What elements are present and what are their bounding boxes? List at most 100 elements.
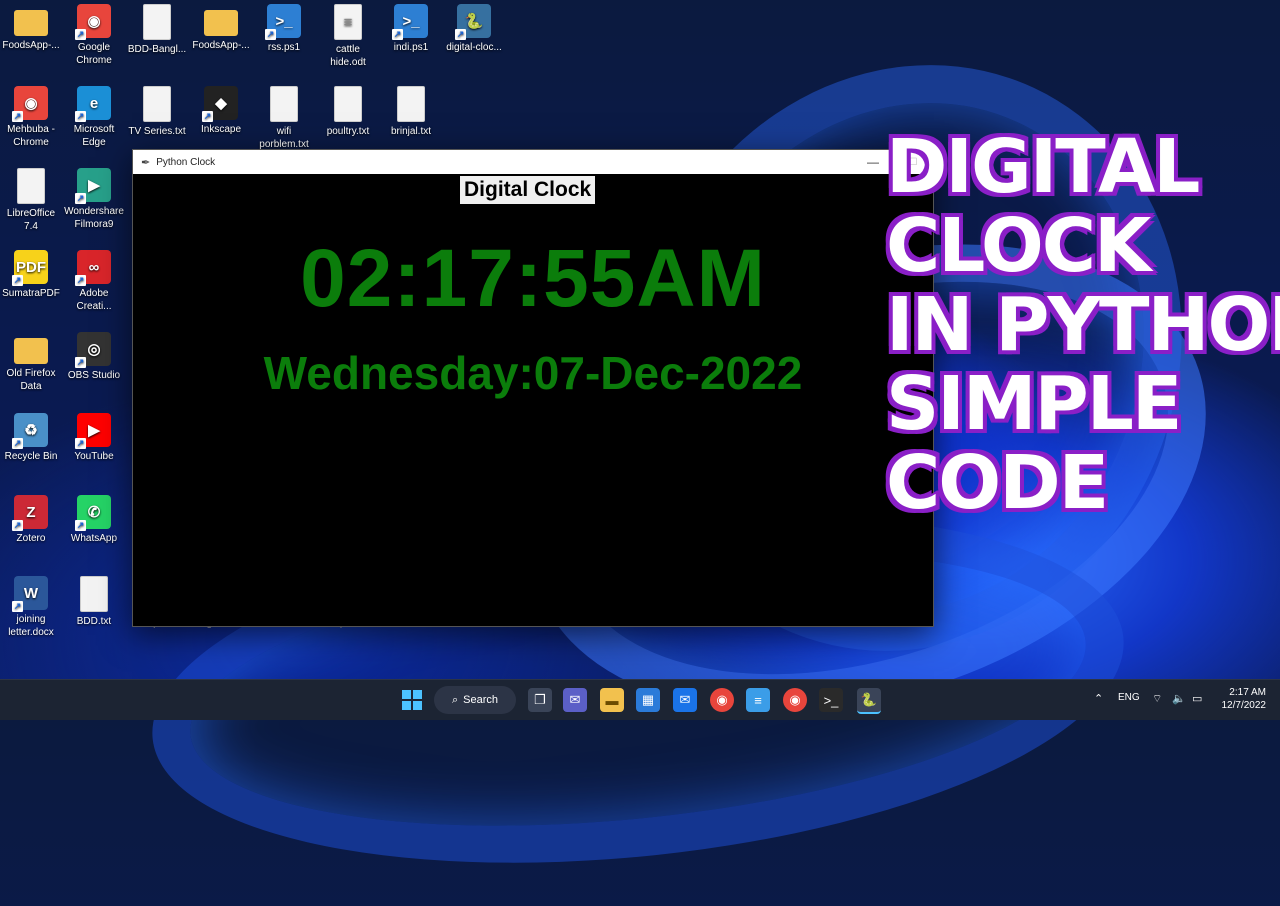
desktop-icon[interactable]: poultry.txt [317,86,379,138]
desktop-icon-label: OBS Studio [67,370,121,381]
app-icon: Z ↗ [12,495,48,531]
desktop-icon-label: WhatsApp [70,533,118,544]
shortcut-arrow-icon: ↗ [75,520,86,531]
document-icon [334,86,362,122]
desktop-icon[interactable]: wifi porblem.txt [253,86,315,151]
desktop-icon-label: SumatraPDF [2,288,60,299]
desktop-icon[interactable]: brinjal.txt [380,86,442,138]
clock-date: Wednesday:07-Dec-2022 [263,347,803,399]
clock-time: 02:17:55AM [300,233,766,324]
desktop-icon-label: FoodsApp-... [2,40,60,51]
desktop-icon-label: TV Series.txt [128,126,186,137]
desktop-icon[interactable]: ◆ ↗ Inkscape [190,86,252,136]
desktop-icon[interactable]: >_ ↗ rss.ps1 [253,4,315,54]
app-icon: ◉ ↗ [75,4,111,40]
shortcut-arrow-icon: ↗ [202,111,213,122]
folder-icon [14,10,48,36]
folder-icon [14,338,48,364]
wifi-icon[interactable]: ⌔ [1152,692,1162,706]
desktop-icon-label: Microsoft Edge [73,124,115,148]
taskbar-clock[interactable]: 2:17 AM 12/7/2022 [1222,686,1267,712]
desktop-icon[interactable]: PDF ↗ SumatraPDF [0,250,62,300]
desktop-icon[interactable]: W ↗ joining letter.docx [0,576,62,639]
desktop-icon[interactable]: ◉ ↗ Google Chrome [63,4,125,67]
desktop-icon[interactable]: TV Series.txt [126,86,188,138]
desktop-icon[interactable]: FoodsApp-... [0,4,62,52]
shortcut-arrow-icon: ↗ [12,275,23,286]
desktop-icon[interactable]: FoodsApp-... [190,4,252,52]
app-icon: >_ ↗ [392,4,428,40]
chrome-profile-icon[interactable]: ◉ [783,688,807,712]
battery-icon[interactable]: ▭ [1192,692,1202,705]
desktop-icon[interactable]: e ↗ Microsoft Edge [63,86,125,149]
folder-icon [204,10,238,36]
headline-line: DIGITAL [884,124,1202,210]
desktop-icon-label: Google Chrome [76,42,112,66]
task-view-icon[interactable]: ❐ [528,688,552,712]
notepad-icon[interactable]: ≡ [746,688,770,712]
document-icon [17,168,45,204]
shortcut-arrow-icon: ↗ [12,601,23,612]
desktop-icon[interactable]: BDD.txt [63,576,125,628]
terminal-icon[interactable]: >_ [819,688,843,712]
taskbar-search-button[interactable]: ⌕ Search [434,686,516,714]
document-icon [270,86,298,122]
clock-heading: Digital Clock [460,176,596,204]
app-icon: ◆ ↗ [202,86,238,122]
desktop-icon-label: digital-cloc... [446,42,502,53]
desktop-icon[interactable]: ≡ cattle hide.odt [317,4,379,69]
file-explorer-icon[interactable]: ▬ [600,688,624,712]
headline-line: IN PYTHON [884,282,1280,368]
desktop-icon-label: Zotero [16,533,46,544]
desktop-icon[interactable]: BDD-Bangl... [126,4,188,56]
desktop-icon[interactable]: Old Firefox Data [0,332,62,393]
python-clock-window[interactable]: ✒ Python Clock — ☐ Digital Clock 02:17:5… [132,149,934,627]
microsoft-store-icon[interactable]: ▦ [636,688,660,712]
desktop-icon[interactable]: ✆ ↗ WhatsApp [63,495,125,545]
desktop-icon-label: BDD-Bangl... [127,44,187,55]
chrome-icon[interactable]: ◉ [710,688,734,712]
desktop-icon[interactable]: ▶ ↗ YouTube [63,413,125,463]
language-indicator[interactable]: ENG [1118,692,1140,703]
shortcut-arrow-icon: ↗ [455,29,466,40]
app-icon: ✆ ↗ [75,495,111,531]
desktop-icon-label: Mehbuba - Chrome [7,124,55,148]
taskbar: ⌕ Search ❐ ✉ ▬ ▦ ✉ ◉ ≡ ◉ >_ 🐍 ⌃ ENG ⌔ 🔈 … [0,679,1280,720]
headline-line: SIMPLE [884,361,1184,447]
app-icon: e ↗ [75,86,111,122]
desktop-icon[interactable]: ▶ ↗ Wondershare Filmora9 [63,168,125,231]
document-icon [143,86,171,122]
desktop-icon[interactable]: 🐍 ↗ digital-cloc... [443,4,505,54]
search-label: Search [463,694,499,706]
window-title: Python Clock [156,156,216,168]
app-icon: ◉ ↗ [12,86,48,122]
desktop-icon[interactable]: ◉ ↗ Mehbuba - Chrome [0,86,62,149]
app-icon: ∞ ↗ [75,250,111,286]
headline-line: CLOCK [884,203,1153,289]
desktop-icon[interactable]: Z ↗ Zotero [0,495,62,545]
desktop-icon[interactable]: ◎ ↗ OBS Studio [63,332,125,382]
start-button-windows-icon[interactable] [400,688,424,712]
shortcut-arrow-icon: ↗ [75,357,86,368]
shortcut-arrow-icon: ↗ [75,438,86,449]
shortcut-arrow-icon: ↗ [75,275,86,286]
desktop-icon[interactable]: LibreOffice 7.4 [0,168,62,233]
shortcut-arrow-icon: ↗ [12,111,23,122]
volume-icon[interactable]: 🔈 [1172,692,1186,705]
search-icon: ⌕ [452,693,459,706]
desktop-icon-label: joining letter.docx [8,614,54,638]
thumbnail-headline: DIGITAL CLOCK IN PYTHON SIMPLE CODE [884,124,1280,525]
python-app-icon[interactable]: 🐍 [857,688,881,714]
desktop-icon[interactable]: ♻ ↗ Recycle Bin [0,413,62,463]
app-icon: >_ ↗ [265,4,301,40]
desktop-icon[interactable]: >_ ↗ indi.ps1 [380,4,442,54]
clock-canvas: Digital Clock 02:17:55AM Wednesday:07-De… [133,174,933,626]
mail-icon[interactable]: ✉ [673,688,697,712]
desktop-icon[interactable]: ∞ ↗ Adobe Creati... [63,250,125,313]
desktop-icon-label: rss.ps1 [267,42,301,53]
app-icon: ▶ ↗ [75,168,111,204]
shortcut-arrow-icon: ↗ [75,29,86,40]
teams-chat-icon[interactable]: ✉ [563,688,587,712]
window-titlebar[interactable]: ✒ Python Clock — ☐ [133,150,933,174]
tray-chevron-up-icon[interactable]: ⌃ [1094,692,1103,705]
